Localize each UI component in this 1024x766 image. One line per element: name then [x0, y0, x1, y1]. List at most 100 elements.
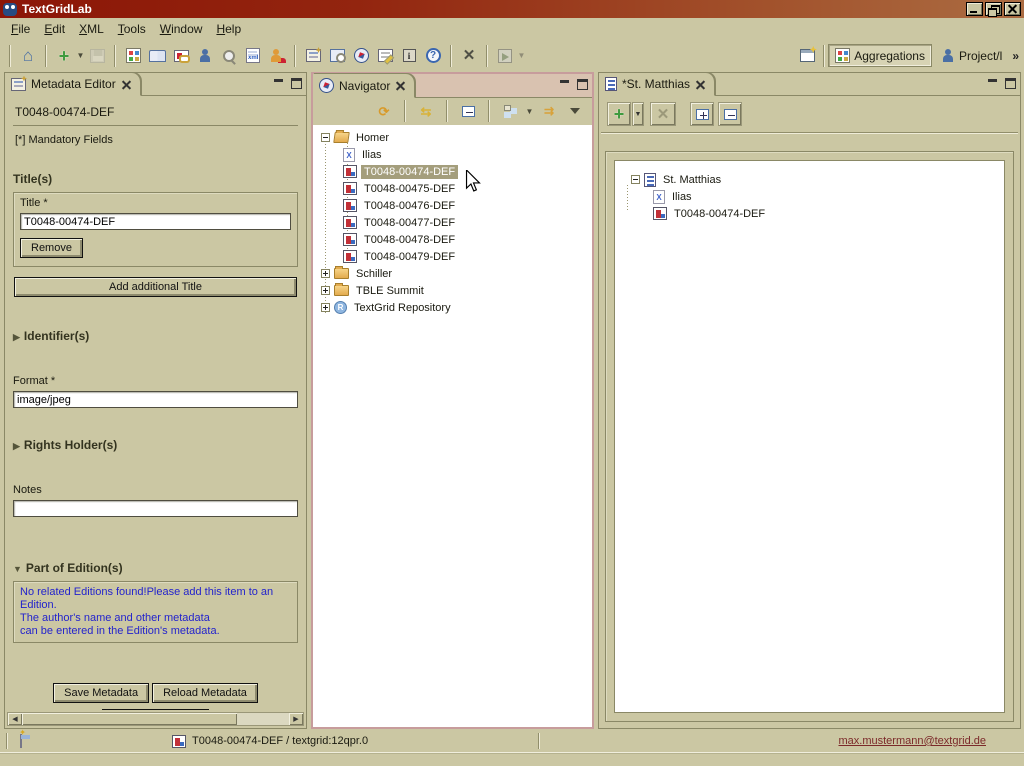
tree-item[interactable]: T0048-00476-DEF [313, 197, 592, 214]
search-button[interactable] [217, 44, 241, 68]
tab-st-matthias[interactable]: *St. Matthias [599, 73, 715, 96]
remove-object-button[interactable]: ✕ [650, 102, 676, 126]
workflow-button[interactable] [493, 44, 517, 68]
reload-metadata-button[interactable]: Reload Metadata [152, 683, 258, 703]
scroll-left-icon[interactable] [8, 713, 22, 725]
tree-item[interactable]: T0048-00477-DEF [313, 214, 592, 231]
add-object-button[interactable]: + [607, 102, 631, 126]
scrollbar-thumb[interactable] [22, 713, 237, 725]
transfer-button[interactable]: ⇆ [415, 101, 437, 121]
tab-close-icon[interactable] [695, 79, 706, 90]
perspective-project[interactable]: Project/l [935, 46, 1008, 66]
save-button[interactable] [85, 44, 109, 68]
panel-maximize-icon[interactable] [291, 78, 302, 89]
tree-item[interactable]: Ilias [313, 146, 592, 163]
user-administration-button[interactable] [265, 44, 289, 68]
panel-minimize-icon[interactable] [560, 79, 570, 91]
refresh-button[interactable]: ⟳ [373, 101, 395, 121]
close-button[interactable] [1004, 2, 1021, 16]
aggregations-view-button[interactable] [121, 44, 145, 68]
sync-selection-button[interactable]: ⇉ [538, 101, 560, 121]
perspective-overflow-chevron[interactable]: » [1011, 49, 1022, 63]
image-link-button[interactable] [169, 44, 193, 68]
expand-expander-icon[interactable] [321, 303, 330, 312]
minimize-button[interactable] [966, 2, 983, 16]
user-account-link[interactable]: max.mustermann@textgrid.de [838, 735, 986, 747]
tree-item[interactable]: Ilias [623, 188, 1004, 205]
remove-title-button[interactable]: Remove [20, 238, 83, 258]
collapse-expander-icon[interactable] [631, 175, 640, 184]
tree-item[interactable]: T0048-00474-DEF [623, 205, 1004, 222]
tree-item[interactable]: T0048-00478-DEF [313, 231, 592, 248]
panel-maximize-icon[interactable] [1005, 78, 1016, 89]
notes-field[interactable] [13, 500, 298, 517]
tab-close-icon[interactable] [395, 80, 406, 91]
title-field[interactable] [20, 213, 291, 230]
collapse-expander-icon[interactable] [321, 133, 330, 142]
new-object-dropdown[interactable]: ▼ [76, 44, 85, 68]
tree-item-selected[interactable]: T0048-00474-DEF [313, 163, 592, 180]
menu-tools[interactable]: Tools [111, 20, 153, 38]
navigator-button[interactable] [349, 44, 373, 68]
search-results-button[interactable] [325, 44, 349, 68]
project-browser-button[interactable] [193, 44, 217, 68]
delete-object-button[interactable]: ✕ [457, 44, 481, 68]
tree-item[interactable]: TBLE Summit [313, 282, 592, 299]
expand-expander-icon[interactable] [321, 269, 330, 278]
format-field[interactable] [13, 391, 298, 408]
tree-item[interactable]: St. Matthias [623, 171, 1004, 188]
collapse-all-button[interactable] [718, 102, 742, 126]
expand-all-button[interactable] [690, 102, 714, 126]
panel-minimize-icon[interactable] [274, 78, 284, 90]
panel-maximize-icon[interactable] [577, 79, 588, 90]
tree-item[interactable]: T0048-00475-DEF [313, 180, 592, 197]
menu-file[interactable]: File [4, 20, 37, 38]
editions-section-heading[interactable]: ▼Part of Edition(s) [13, 561, 298, 575]
new-object-button[interactable]: + [52, 44, 76, 68]
xml-editor-button[interactable] [241, 44, 265, 68]
tab-navigator[interactable]: Navigator [313, 74, 415, 98]
object-info-button[interactable] [397, 44, 421, 68]
help-button[interactable] [421, 44, 445, 68]
link-dropdown[interactable]: ▼ [525, 99, 534, 123]
tree-item[interactable]: Schiller [313, 265, 592, 282]
tab-close-icon[interactable] [121, 79, 132, 90]
link-with-editor-icon [504, 105, 517, 117]
collapse-all-button[interactable] [457, 101, 479, 121]
dictionary-button[interactable] [145, 44, 169, 68]
tree-item[interactable]: TextGrid Repository [313, 299, 592, 316]
menu-help[interactable]: Help [209, 20, 248, 38]
copy-tei-header-button[interactable]: Copy TEI Header [102, 709, 209, 710]
panel-minimize-icon[interactable] [988, 78, 998, 90]
fast-view-button[interactable] [20, 735, 22, 747]
text-editor-button[interactable] [373, 44, 397, 68]
tree-item[interactable]: Homer [313, 129, 592, 146]
fast-view-icon [20, 734, 22, 748]
save-metadata-button[interactable]: Save Metadata [53, 683, 149, 703]
home-button[interactable]: ⌂ [16, 44, 40, 68]
link-with-editor-button[interactable] [499, 101, 521, 121]
menu-window[interactable]: Window [153, 20, 210, 38]
tab-metadata-editor[interactable]: Metadata Editor [5, 73, 141, 96]
status-object: T0048-00474-DEF / textgrid:12qpr.0 [172, 735, 368, 748]
menu-edit[interactable]: Edit [37, 20, 72, 38]
add-title-button[interactable]: Add additional Title [14, 277, 297, 297]
open-perspective-button[interactable] [794, 44, 820, 68]
restore-button[interactable] [985, 2, 1002, 16]
expand-expander-icon[interactable] [321, 286, 330, 295]
aggregations-perspective-icon [835, 48, 850, 63]
horizontal-scrollbar[interactable] [7, 712, 304, 726]
metadata-editor-button[interactable] [301, 44, 325, 68]
rights-section-heading[interactable]: ▶Rights Holder(s) [13, 438, 298, 452]
project-browser-icon [198, 49, 212, 63]
view-menu-icon [570, 108, 580, 114]
view-menu-button[interactable] [564, 101, 586, 121]
add-object-dropdown[interactable]: ▼ [632, 102, 644, 126]
menu-xml[interactable]: XML [72, 20, 111, 38]
scroll-right-icon[interactable] [289, 713, 303, 725]
workflow-dropdown[interactable]: ▼ [517, 44, 526, 68]
tree-item[interactable]: T0048-00479-DEF [313, 248, 592, 265]
image-file-icon [653, 207, 667, 220]
identifiers-section-heading[interactable]: ▶Identifier(s) [13, 329, 298, 343]
perspective-aggregations[interactable]: Aggregations [828, 44, 932, 67]
